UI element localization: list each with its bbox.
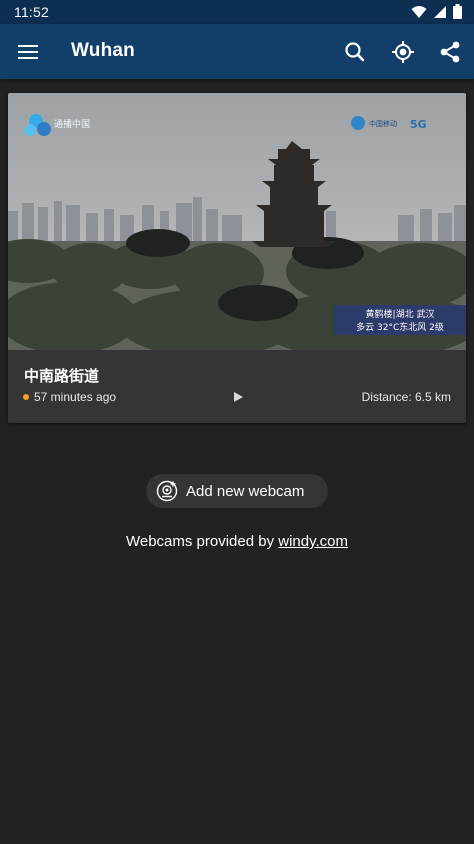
- share-icon[interactable]: [437, 39, 463, 65]
- overlay-location: 黄鹤楼|湖北 武汉: [366, 308, 435, 320]
- page-title: Wuhan: [71, 40, 135, 61]
- webcam-updated: 57 minutes ago: [23, 390, 116, 404]
- search-icon[interactable]: [342, 39, 368, 65]
- webcam-distance: Distance: 6.5 km: [361, 390, 451, 404]
- add-webcam-label: Add new webcam: [186, 482, 305, 500]
- 5g-label: 5G: [410, 118, 427, 131]
- add-webcam-button[interactable]: Add new webcam: [146, 474, 328, 508]
- battery-icon: [453, 4, 462, 19]
- attribution-text: Webcams provided by: [125, 533, 279, 550]
- my-location-icon[interactable]: [390, 39, 416, 65]
- webcam-card[interactable]: 黄鹤楼|湖北 武汉 多云 32°C东北风 2级 通播中国 中国移动 5G 中南路…: [8, 93, 466, 423]
- attribution: Webcams provided by windy.com: [0, 533, 474, 550]
- broadcast-logo-text: 通播中国: [54, 118, 90, 130]
- play-icon[interactable]: [232, 391, 244, 403]
- china-mobile-text: 中国移动: [369, 119, 397, 128]
- app-bar: Wuhan: [0, 24, 474, 79]
- webcam-updated-text: 57 minutes ago: [34, 390, 117, 404]
- status-icons: [411, 4, 462, 19]
- live-status-dot: [23, 394, 29, 400]
- webcam-image[interactable]: 黄鹤楼|湖北 武汉 多云 32°C东北风 2级 通播中国 中国移动 5G: [8, 93, 466, 350]
- overlay-weather: 多云 32°C东北风 2级: [356, 321, 444, 333]
- windy-link[interactable]: windy.com: [278, 533, 348, 550]
- webcam-name: 中南路街道: [24, 368, 100, 385]
- status-time: 11:52: [14, 4, 49, 20]
- wifi-icon: [411, 5, 427, 18]
- signal-icon: [434, 5, 446, 18]
- webcam-add-icon: [156, 480, 178, 502]
- menu-icon[interactable]: [16, 40, 40, 64]
- status-bar: 11:52: [0, 0, 474, 24]
